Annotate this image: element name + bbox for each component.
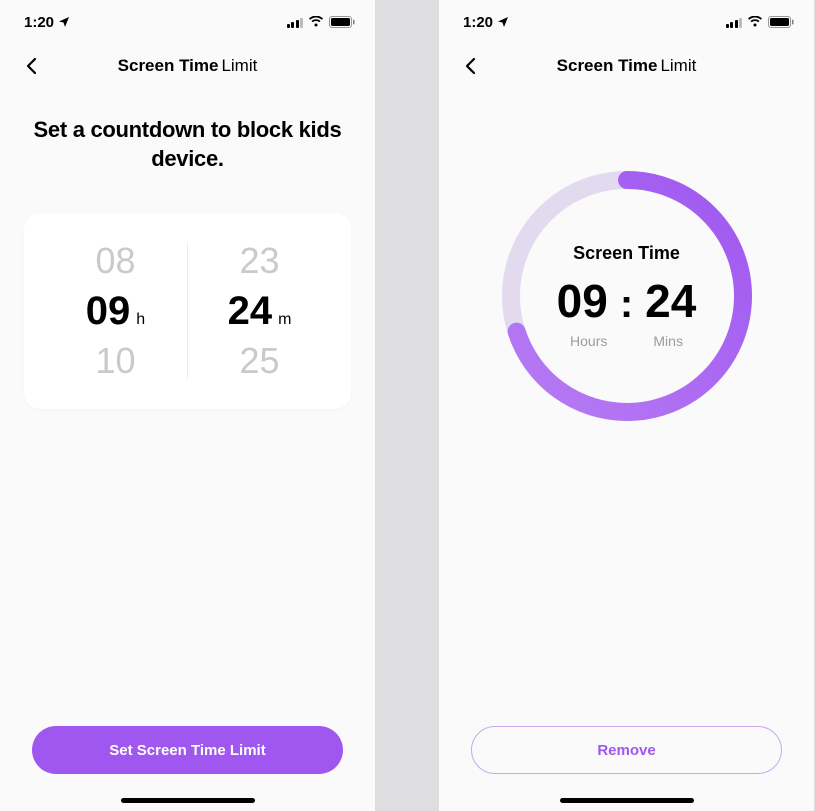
mins-label: Mins	[653, 333, 683, 349]
phone-screen-active-limit: 1:20 Screen TimeLimit	[439, 0, 814, 811]
mins-selected: 24 m	[228, 291, 292, 331]
circle-labels: Hours Mins	[570, 333, 683, 349]
phone-screen-set-limit: 1:20 Screen TimeLimit Set a countdown to…	[0, 0, 375, 811]
button-area: Remove	[463, 726, 790, 798]
status-time-area: 1:20	[463, 14, 509, 31]
title-bold: Screen Time	[557, 56, 658, 75]
wifi-icon	[308, 16, 324, 28]
circle-time: 09 : 24	[557, 278, 697, 327]
nav-header: Screen TimeLimit	[0, 44, 375, 88]
location-icon	[497, 16, 509, 28]
status-right	[287, 16, 356, 28]
mins-unit: m	[278, 312, 291, 328]
battery-icon	[329, 16, 355, 28]
nav-header: Screen TimeLimit	[439, 44, 814, 88]
location-icon	[58, 16, 70, 28]
page-title: Screen TimeLimit	[118, 56, 258, 76]
status-time-area: 1:20	[24, 14, 70, 31]
status-bar: 1:20	[439, 0, 814, 44]
set-limit-button[interactable]: Set Screen Time Limit	[32, 726, 343, 774]
time-separator: :	[620, 282, 633, 327]
content-area: Screen Time 09 : 24 Hours Mins Remove	[439, 88, 814, 798]
status-time: 1:20	[463, 14, 493, 31]
button-area: Set Screen Time Limit	[24, 726, 351, 798]
circle-title: Screen Time	[573, 243, 680, 264]
title-reg: Limit	[660, 56, 696, 75]
back-button[interactable]	[20, 54, 44, 78]
hours-label: Hours	[570, 333, 607, 349]
title-reg: Limit	[221, 56, 257, 75]
heading: Set a countdown to block kids device.	[24, 116, 351, 173]
hours-unit: h	[136, 312, 145, 328]
home-indicator[interactable]	[560, 798, 694, 803]
circle-container: Screen Time 09 : 24 Hours Mins	[463, 168, 790, 424]
cellular-icon	[287, 17, 304, 28]
cellular-icon	[726, 17, 743, 28]
hours-value: 09	[86, 291, 131, 331]
content-area: Set a countdown to block kids device. 08…	[0, 88, 375, 798]
hours-picker[interactable]: 08 09 h 10	[44, 243, 188, 379]
status-right	[726, 16, 795, 28]
circle-hours: 09	[557, 278, 608, 324]
wifi-icon	[747, 16, 763, 28]
hours-selected: 09 h	[86, 291, 145, 331]
status-bar: 1:20	[0, 0, 375, 44]
time-picker-card: 08 09 h 10 23 24 m 25	[24, 213, 351, 409]
title-bold: Screen Time	[118, 56, 219, 75]
remove-button[interactable]: Remove	[471, 726, 782, 774]
battery-icon	[768, 16, 794, 28]
mins-below: 25	[239, 343, 279, 379]
circle-mins: 24	[645, 278, 696, 324]
back-button[interactable]	[459, 54, 483, 78]
circle-content: Screen Time 09 : 24 Hours Mins	[499, 168, 755, 424]
hours-above: 08	[95, 243, 135, 279]
home-indicator[interactable]	[121, 798, 255, 803]
mins-value: 24	[228, 291, 273, 331]
status-time: 1:20	[24, 14, 54, 31]
mins-above: 23	[239, 243, 279, 279]
page-title: Screen TimeLimit	[557, 56, 697, 76]
hours-below: 10	[95, 343, 135, 379]
mins-picker[interactable]: 23 24 m 25	[188, 243, 331, 379]
